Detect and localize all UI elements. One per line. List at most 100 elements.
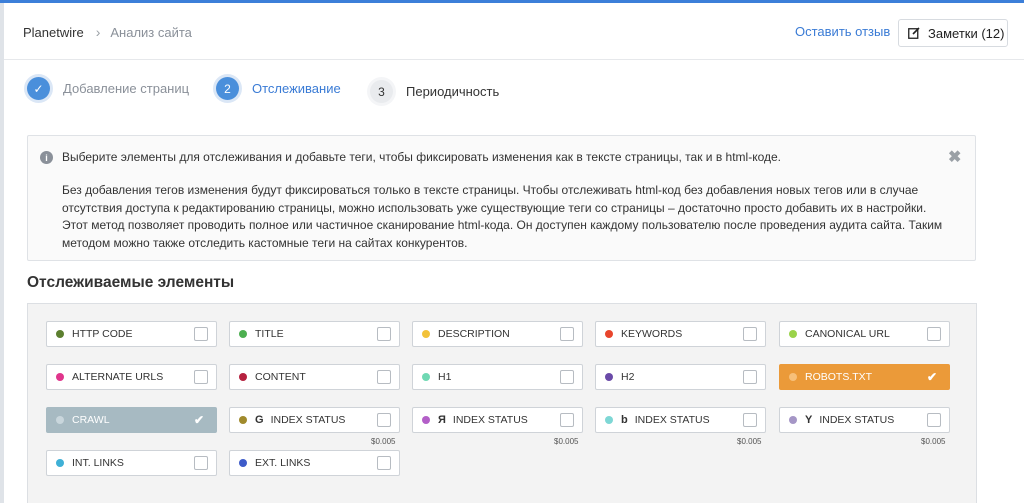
color-dot-icon xyxy=(605,330,613,338)
checkbox[interactable] xyxy=(194,370,208,384)
color-dot-icon xyxy=(56,459,64,467)
checkbox[interactable] xyxy=(743,327,757,341)
tracked-element-index-status[interactable]: b INDEX STATUS xyxy=(595,407,766,433)
element-label: INT. LINKS xyxy=(72,457,124,469)
color-dot-icon xyxy=(605,373,613,381)
search-engine-icon: Я xyxy=(438,414,446,426)
tracked-element-h1[interactable]: H1 xyxy=(412,364,583,390)
checkbox[interactable] xyxy=(194,327,208,341)
price-label: $0.005 xyxy=(554,437,579,446)
element-label: CRAWL xyxy=(72,414,110,426)
color-dot-icon xyxy=(56,373,64,381)
tracked-element-ext-links[interactable]: EXT. LINKS xyxy=(229,450,400,476)
tracked-element-robots-txt[interactable]: ROBOTS.TXT ✔ xyxy=(779,364,950,390)
checkbox[interactable] xyxy=(560,413,574,427)
step-label: Добавление страниц xyxy=(63,81,190,96)
breadcrumb-current: Анализ сайта xyxy=(110,24,192,40)
tracked-element-int-links[interactable]: INT. LINKS xyxy=(46,450,217,476)
color-dot-icon xyxy=(422,416,430,424)
tracked-element-http-code[interactable]: HTTP CODE xyxy=(46,321,217,347)
tracked-element-crawl[interactable]: CRAWL ✔ xyxy=(46,407,217,433)
step-number: 2 xyxy=(216,77,239,100)
info-body: Без добавления тегов изменения будут фик… xyxy=(62,183,943,250)
step-number: 3 xyxy=(370,80,393,103)
tracked-element-canonical-url[interactable]: CANONICAL URL xyxy=(779,321,950,347)
element-label: DESCRIPTION xyxy=(438,328,510,340)
info-title: Выберите элементы для отслеживания и доб… xyxy=(62,150,782,164)
checkmark-icon[interactable]: ✔ xyxy=(192,413,206,427)
element-label: EXT. LINKS xyxy=(255,457,311,469)
color-dot-icon xyxy=(239,373,247,381)
element-label: INDEX STATUS xyxy=(270,414,346,426)
notes-button-label: Заметки (12) xyxy=(928,25,1005,41)
element-label: INDEX STATUS xyxy=(452,414,528,426)
price-label: $0.005 xyxy=(921,437,946,446)
info-icon: i xyxy=(40,151,53,164)
breadcrumb-root[interactable]: Planetwire xyxy=(23,25,84,40)
element-label: KEYWORDS xyxy=(621,328,683,340)
tracked-element-description[interactable]: DESCRIPTION xyxy=(412,321,583,347)
tracked-element-title[interactable]: TITLE xyxy=(229,321,400,347)
tracked-element-h2[interactable]: H2 xyxy=(595,364,766,390)
element-label: ROBOTS.TXT xyxy=(805,371,873,383)
tracked-element-index-status[interactable]: Y INDEX STATUS xyxy=(779,407,950,433)
color-dot-icon xyxy=(239,459,247,467)
element-label: H1 xyxy=(438,371,452,383)
section-title: Отслеживаемые элементы xyxy=(27,274,235,291)
element-label: H2 xyxy=(621,371,635,383)
element-label: TITLE xyxy=(255,328,284,340)
checkbox[interactable] xyxy=(194,456,208,470)
element-label: HTTP CODE xyxy=(72,328,133,340)
checkmark-icon[interactable]: ✔ xyxy=(925,370,939,384)
checkbox[interactable] xyxy=(377,456,391,470)
element-label: INDEX STATUS xyxy=(634,414,710,426)
breadcrumb-separator-icon: › xyxy=(95,24,101,40)
element-label: INDEX STATUS xyxy=(819,414,895,426)
checkbox[interactable] xyxy=(743,413,757,427)
checkbox[interactable] xyxy=(560,370,574,384)
element-label: CANONICAL URL xyxy=(805,328,890,340)
search-engine-icon: b xyxy=(621,414,628,426)
checkbox[interactable] xyxy=(743,370,757,384)
main-content: ✓ Добавление страниц 2 Отслеживание 3 Пе… xyxy=(4,60,1024,503)
search-engine-icon: Y xyxy=(805,414,813,426)
checkbox[interactable] xyxy=(927,413,941,427)
close-icon[interactable]: ✖ xyxy=(948,147,961,167)
tracked-element-index-status[interactable]: Я INDEX STATUS xyxy=(412,407,583,433)
checkbox[interactable] xyxy=(377,413,391,427)
step-label: Отслеживание xyxy=(252,81,341,96)
element-label: CONTENT xyxy=(255,371,306,383)
element-label: ALTERNATE URLS xyxy=(72,371,164,383)
checkbox[interactable] xyxy=(377,327,391,341)
tracked-element-index-status[interactable]: G INDEX STATUS xyxy=(229,407,400,433)
tracked-element-content[interactable]: CONTENT xyxy=(229,364,400,390)
color-dot-icon xyxy=(56,416,64,424)
checkbox[interactable] xyxy=(560,327,574,341)
tracked-elements-panel: HTTP CODE TITLE DESCRIPTION KEYWORDS CANONIC… xyxy=(27,303,977,503)
edit-icon xyxy=(908,27,920,39)
step-frequency[interactable]: 3 Периодичность xyxy=(370,80,499,103)
color-dot-icon xyxy=(422,373,430,381)
color-dot-icon xyxy=(239,416,247,424)
color-dot-icon xyxy=(56,330,64,338)
checkbox[interactable] xyxy=(377,370,391,384)
step-label: Периодичность xyxy=(406,84,500,99)
tracked-element-keywords[interactable]: KEYWORDS xyxy=(595,321,766,347)
color-dot-icon xyxy=(239,330,247,338)
color-dot-icon xyxy=(422,330,430,338)
notes-button[interactable]: Заметки (12) xyxy=(898,19,1008,47)
step-add-pages[interactable]: ✓ Добавление страниц xyxy=(27,77,189,100)
price-label: $0.005 xyxy=(737,437,762,446)
search-engine-icon: G xyxy=(255,414,264,426)
info-box: i Выберите элементы для отслеживания и д… xyxy=(27,135,976,261)
page-header: Planetwire › Анализ сайта Оставить отзыв… xyxy=(4,3,1024,60)
price-label: $0.005 xyxy=(371,437,396,446)
leave-feedback-link[interactable]: Оставить отзыв xyxy=(795,24,890,39)
color-dot-icon xyxy=(789,330,797,338)
checkbox[interactable] xyxy=(927,327,941,341)
check-icon: ✓ xyxy=(27,77,50,100)
step-tracking[interactable]: 2 Отслеживание xyxy=(216,77,341,100)
color-dot-icon xyxy=(605,416,613,424)
tracked-element-alternate-urls[interactable]: ALTERNATE URLS xyxy=(46,364,217,390)
breadcrumb: Planetwire › Анализ сайта xyxy=(23,24,192,40)
